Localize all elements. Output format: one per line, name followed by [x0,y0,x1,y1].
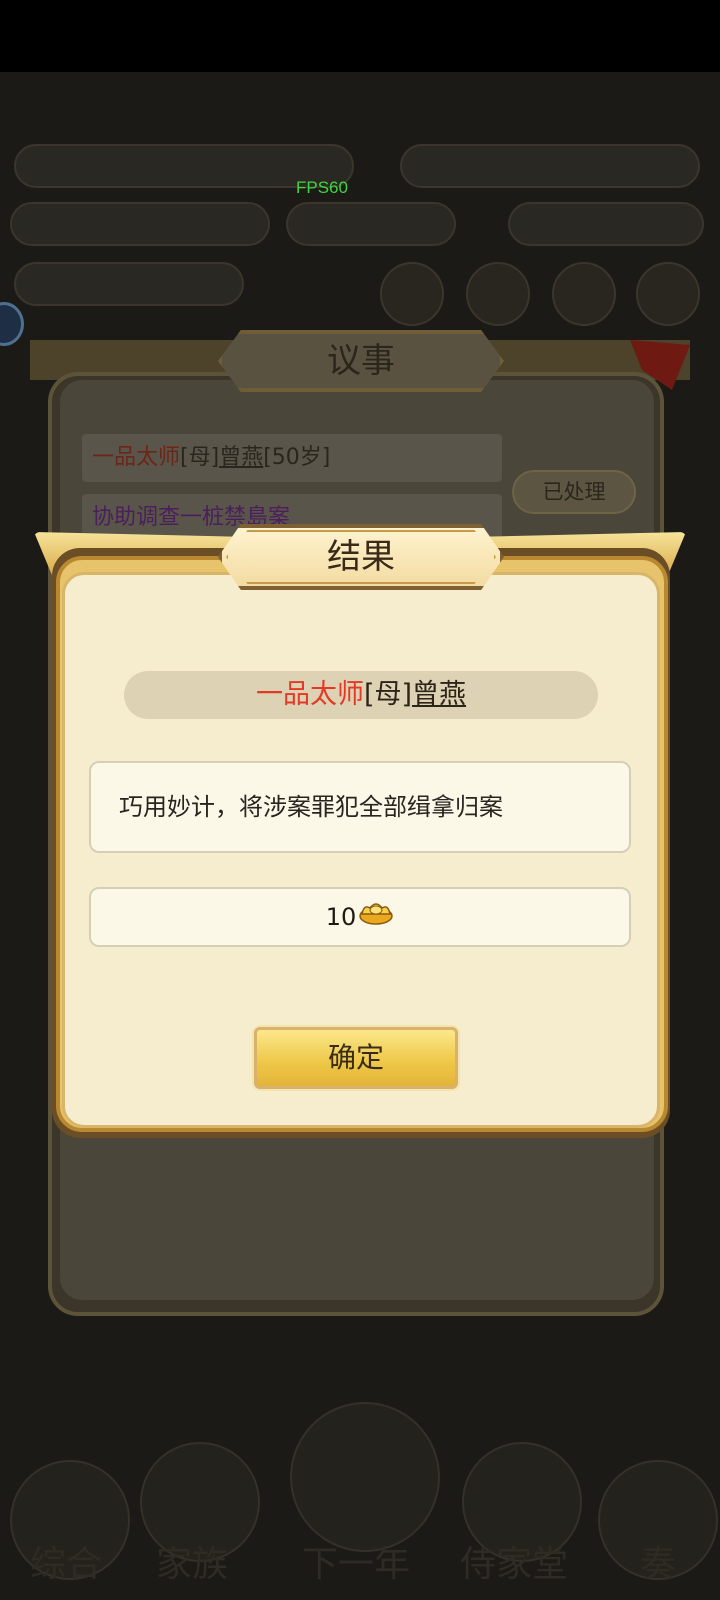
person-age: [50岁] [263,445,331,470]
nav-label-next-year: 下一年 [302,1544,411,1585]
menu-circle [466,262,530,326]
reward-box: 10 [89,887,631,947]
yishi-person-row: 一品太师[母]曾燕[50岁] [82,434,502,482]
fps-counter: FPS60 [296,178,348,197]
reward-amount: 10 [325,903,357,931]
relation: [母] [363,679,413,710]
result-description: 巧用妙计，将涉案罪犯全部缉拿归案 [89,761,631,853]
menu-circle [380,262,444,326]
nav-label-family: 家族 [156,1544,229,1585]
person-name-link[interactable]: 曾燕 [219,445,263,470]
result-person-bar: 一品太师[母]曾燕 [124,671,598,719]
confirm-button[interactable]: 确定 [254,1027,458,1089]
stat-pill [286,202,456,246]
nav-label-general: 综合 [30,1544,103,1585]
nav-label-memorial: 奏 [640,1544,677,1585]
gold-ingot-icon [358,890,394,946]
nav-label-hall: 侍家堂 [460,1544,569,1585]
relation: [母] [180,445,220,470]
yishi-title: 议事 [218,330,504,392]
person-name-link[interactable]: 曾燕 [412,679,466,710]
rank-title: 一品太师 [255,679,364,710]
menu-circle [636,262,700,326]
nav-circle [290,1402,440,1552]
stat-pill [14,262,244,306]
stat-pill [10,202,270,246]
handled-button[interactable]: 已处理 [512,470,636,514]
stat-pill [400,144,700,188]
rank-title: 一品太师 [92,445,181,470]
result-title: 结果 [226,530,496,584]
menu-circle [552,262,616,326]
stat-pill [508,202,704,246]
status-bar [0,0,720,72]
